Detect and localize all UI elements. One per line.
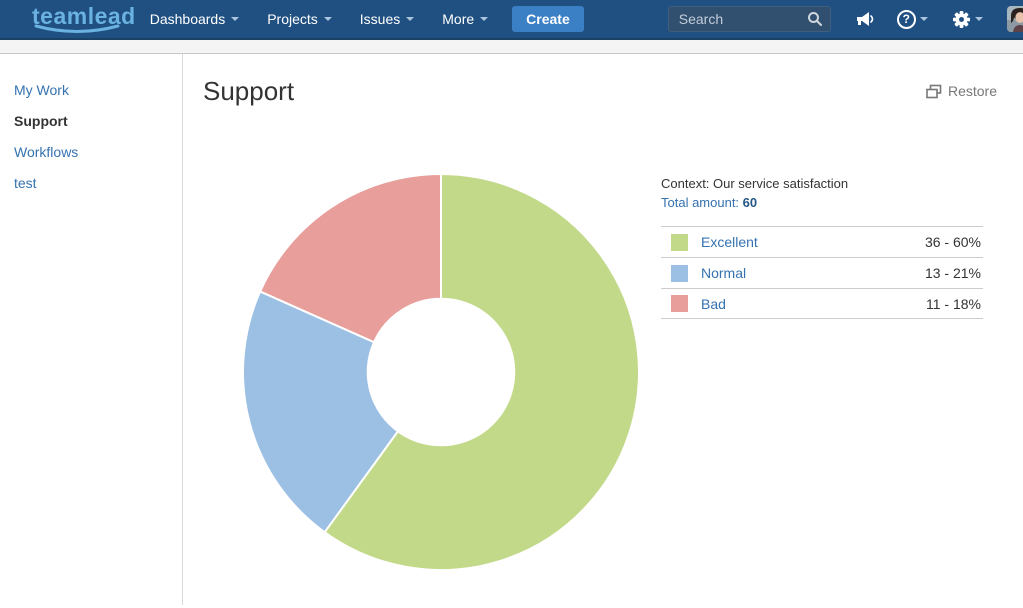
legend-value-bad: 11 - 18% bbox=[926, 296, 981, 312]
legend-label-excellent[interactable]: Excellent bbox=[701, 234, 758, 250]
dashboard-main: Support Restore Context: Our service sat… bbox=[183, 54, 1023, 605]
chevron-down-icon bbox=[480, 17, 488, 21]
legend-value-excellent: 36 - 60% bbox=[925, 234, 981, 250]
restore-button[interactable]: Restore bbox=[926, 83, 997, 99]
legend-row-bad: Bad 11 - 18% bbox=[661, 288, 983, 319]
legend-row-normal: Normal 13 - 21% bbox=[661, 257, 983, 288]
chart-legend: Context: Our service satisfaction Total … bbox=[661, 176, 983, 319]
sidebar-item-workflows[interactable]: Workflows bbox=[14, 144, 182, 160]
legend-swatch bbox=[671, 265, 688, 282]
menu-projects[interactable]: Projects bbox=[253, 11, 346, 27]
menu-more[interactable]: More bbox=[428, 11, 502, 27]
app-logo[interactable]: teamlead bbox=[32, 6, 136, 32]
settings-menu[interactable] bbox=[952, 10, 983, 29]
menu-issues-label: Issues bbox=[360, 11, 400, 27]
top-navbar: teamlead Dashboards Projects Issues More… bbox=[0, 0, 1023, 40]
help-menu[interactable]: ? bbox=[897, 10, 928, 29]
chevron-down-icon bbox=[231, 17, 239, 21]
search-box bbox=[668, 6, 831, 32]
chevron-down-icon bbox=[406, 17, 414, 21]
menu-dashboards[interactable]: Dashboards bbox=[136, 11, 254, 27]
menu-dashboards-label: Dashboards bbox=[150, 11, 226, 27]
restore-icon bbox=[926, 84, 942, 99]
announcement-icon[interactable] bbox=[855, 10, 875, 28]
chevron-down-icon bbox=[975, 17, 983, 21]
dashboard-sidebar: My Work Support Workflows test bbox=[0, 54, 183, 605]
donut-chart[interactable] bbox=[241, 172, 641, 572]
avatar bbox=[1007, 6, 1023, 32]
chart-total-label: Total amount: 60 bbox=[661, 195, 983, 210]
legend-swatch bbox=[671, 234, 688, 251]
page-top-strip bbox=[0, 40, 1023, 54]
chevron-down-icon bbox=[920, 17, 928, 21]
logo-swoosh bbox=[33, 24, 121, 35]
legend-row-excellent: Excellent 36 - 60% bbox=[661, 226, 983, 257]
total-value: 60 bbox=[743, 195, 757, 210]
sidebar-item-my-work[interactable]: My Work bbox=[14, 82, 182, 98]
menu-projects-label: Projects bbox=[267, 11, 318, 27]
legend-label-bad[interactable]: Bad bbox=[701, 296, 726, 312]
content-area: My Work Support Workflows test Support R… bbox=[0, 54, 1023, 605]
legend-swatch bbox=[671, 295, 688, 312]
search-icon[interactable] bbox=[807, 11, 823, 30]
sidebar-item-support[interactable]: Support bbox=[14, 113, 182, 129]
legend-table: Excellent 36 - 60% Normal 13 - 21% Bad 1… bbox=[661, 226, 983, 319]
page-title: Support bbox=[203, 76, 294, 107]
gear-icon bbox=[952, 10, 971, 29]
menu-more-label: More bbox=[442, 11, 474, 27]
create-button[interactable]: Create bbox=[512, 6, 584, 32]
menu-issues[interactable]: Issues bbox=[346, 11, 428, 27]
restore-label: Restore bbox=[948, 83, 997, 99]
legend-value-normal: 13 - 21% bbox=[925, 265, 981, 281]
help-icon: ? bbox=[897, 10, 916, 29]
chart-context-label: Context: Our service satisfaction bbox=[661, 176, 983, 191]
user-menu[interactable] bbox=[1007, 6, 1023, 32]
total-label-text: Total amount: bbox=[661, 195, 739, 210]
chevron-down-icon bbox=[324, 17, 332, 21]
legend-label-normal[interactable]: Normal bbox=[701, 265, 746, 281]
sidebar-item-test[interactable]: test bbox=[14, 175, 182, 191]
